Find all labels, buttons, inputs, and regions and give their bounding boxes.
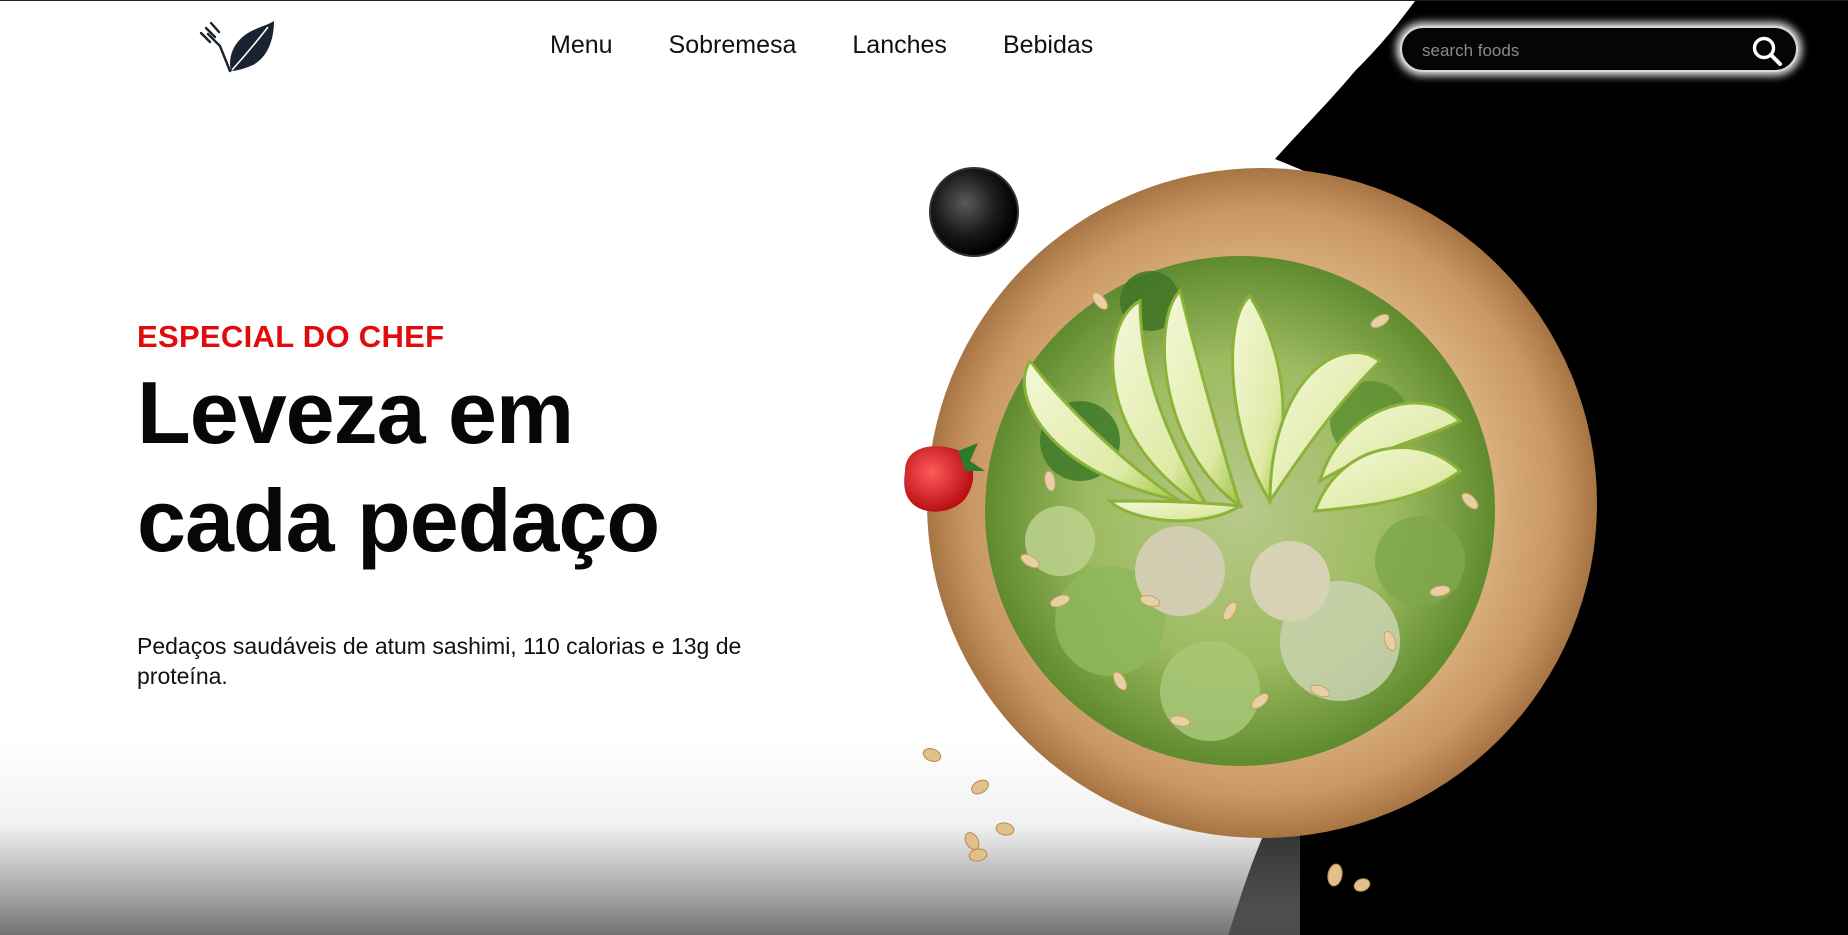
nav-link-lanches[interactable]: Lanches: [852, 31, 947, 60]
search-icon[interactable]: [1750, 34, 1784, 68]
hero-section: ESPECIAL DO CHEF Leveza em cada pedaço P…: [137, 319, 777, 691]
blackberry-decoration: [929, 167, 1019, 257]
hero-description: Pedaços saudáveis de atum sashimi, 110 c…: [137, 633, 742, 689]
hero-title-line-2: cada pedaço: [137, 471, 660, 570]
nav-link-menu[interactable]: Menu: [550, 31, 613, 60]
hero-title-line-1: Leveza em: [137, 363, 574, 462]
top-navigation: Menu Sobremesa Lanches Bebidas: [0, 1, 1848, 96]
nav-links: Menu Sobremesa Lanches Bebidas: [550, 31, 1093, 60]
page: Menu Sobremesa Lanches Bebidas ESPECIAL …: [0, 0, 1848, 935]
search-input[interactable]: [1420, 36, 1734, 66]
search-bar: [1400, 26, 1798, 72]
hero-eyebrow: ESPECIAL DO CHEF: [137, 319, 445, 354]
salad-bowl: [927, 168, 1597, 838]
hero-title: Leveza em cada pedaço: [137, 359, 777, 575]
nav-link-bebidas[interactable]: Bebidas: [1003, 31, 1093, 60]
nav-link-sobremesa[interactable]: Sobremesa: [669, 31, 797, 60]
fork-leaf-logo-icon[interactable]: [198, 19, 278, 77]
